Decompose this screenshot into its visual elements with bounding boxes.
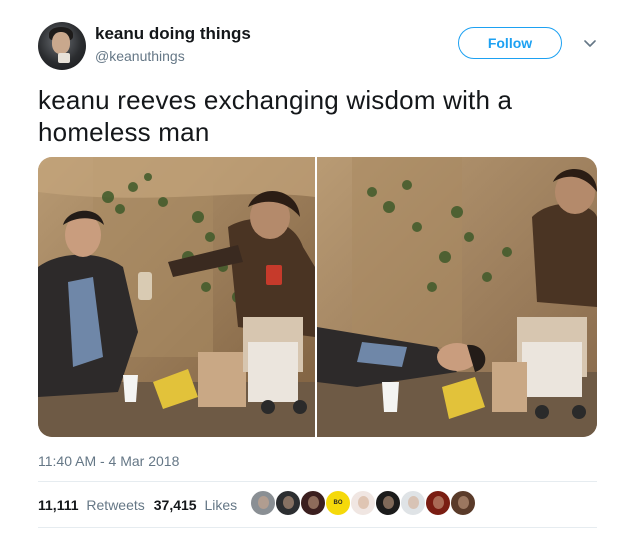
liker-avatar-7[interactable]	[400, 490, 426, 516]
liker-avatar-face	[383, 496, 394, 509]
liker-avatar-5[interactable]	[350, 490, 376, 516]
liker-avatar-face	[308, 496, 319, 509]
liker-avatar-list: BO	[250, 490, 476, 518]
avatar-cup	[58, 53, 70, 63]
tweet-text-line-2: homeless man	[38, 117, 210, 147]
chevron-down-icon[interactable]	[582, 36, 598, 52]
avatar-face	[52, 32, 70, 54]
author-avatar[interactable]	[38, 22, 86, 70]
like-count-label: Likes	[204, 497, 238, 513]
tweet-text: keanu reeves exchanging wisdom with a ho…	[38, 84, 598, 148]
liker-avatar-2[interactable]	[275, 490, 301, 516]
like-count-value: 37,415	[153, 497, 197, 513]
tweet-timestamp[interactable]: 11:40 AM - 4 Mar 2018	[38, 453, 179, 469]
author-display-name[interactable]: keanu doing things	[95, 24, 251, 44]
liker-avatar-face	[408, 496, 419, 509]
like-count[interactable]: 37,415 Likes	[154, 497, 237, 513]
liker-avatar-4[interactable]: BO	[325, 490, 351, 516]
liker-avatar-face	[258, 496, 269, 509]
author-handle[interactable]: @keanuthings	[95, 48, 185, 64]
tweet-card: keanu doing things @keanuthings Follow k…	[0, 0, 631, 535]
media-photo-1[interactable]	[38, 157, 315, 437]
stats-divider-top	[38, 481, 597, 482]
retweet-count[interactable]: 11,111 Retweets	[38, 497, 145, 513]
liker-avatar-8[interactable]	[425, 490, 451, 516]
liker-avatar-face	[458, 496, 469, 509]
liker-avatar-1[interactable]	[250, 490, 276, 516]
liker-avatar-face	[358, 496, 369, 509]
liker-avatar-text: BO	[333, 500, 343, 506]
follow-button[interactable]: Follow	[458, 27, 562, 59]
tweet-stats: 11,111 Retweets 37,415 Likes	[38, 497, 237, 513]
liker-avatar-6[interactable]	[375, 490, 401, 516]
liker-avatar-face	[283, 496, 294, 509]
retweet-count-value: 11,111	[38, 497, 79, 513]
liker-avatar-face	[433, 496, 444, 509]
liker-avatar-3[interactable]	[300, 490, 326, 516]
liker-avatar-9[interactable]	[450, 490, 476, 516]
tweet-text-line-1: keanu reeves exchanging wisdom with a	[38, 85, 513, 115]
media-photo-2[interactable]	[317, 157, 597, 437]
tweet-media	[38, 157, 597, 437]
stats-divider-bottom	[38, 527, 597, 528]
retweet-count-label: Retweets	[86, 497, 145, 513]
